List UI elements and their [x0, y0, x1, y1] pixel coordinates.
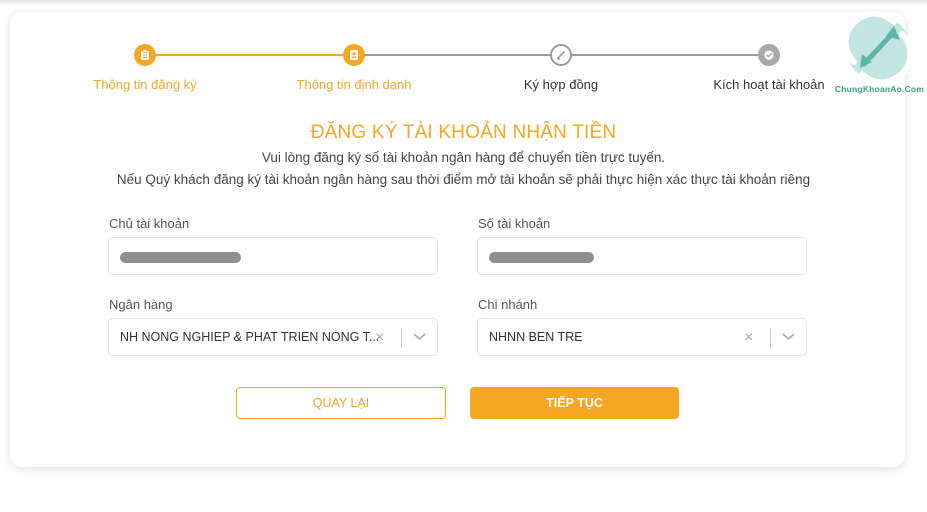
step-3-label: Ký hợp đồng — [523, 77, 599, 92]
step-4-dot — [758, 44, 780, 66]
step-2-dot — [343, 44, 365, 66]
bank-selected-value: NH NONG NGHIEP & PHAT TRIEN NONG T... — [120, 330, 380, 344]
stepper-line-3 — [561, 54, 769, 56]
account-holder-field[interactable] — [108, 237, 438, 275]
stepper-line-2 — [354, 54, 561, 56]
branch-select[interactable]: NHNN BEN TRE × — [477, 318, 807, 356]
instruction-text-1: Vui lòng đăng ký số tài khoản ngân hàng … — [261, 150, 666, 165]
account-number-field[interactable] — [477, 237, 807, 275]
step-1-dot — [134, 44, 156, 66]
instruction-text-2: Nếu Quý khách đăng ký tài khoản ngân hàn… — [116, 172, 811, 187]
branch-label: Chi nhánh — [478, 297, 538, 312]
step-1-label: Thông tin đăng ký — [93, 77, 197, 92]
check-badge-icon — [764, 50, 774, 60]
bank-select[interactable]: NH NONG NGHIEP & PHAT TRIEN NONG T... × — [108, 318, 438, 356]
stepper-line-1 — [145, 54, 354, 56]
redacted-account-holder — [120, 252, 241, 263]
redacted-account-number — [489, 252, 594, 263]
account-number-label: Số tài khoản — [478, 216, 551, 231]
branch-selected-value: NHNN BEN TRE — [489, 330, 583, 344]
watermark-text: ChungKhoanAo.Com — [834, 84, 925, 94]
id-card-icon — [350, 50, 358, 60]
clipboard-icon — [141, 49, 149, 60]
account-holder-label: Chủ tài khoản — [109, 216, 190, 231]
bank-label: Ngân hàng — [109, 297, 173, 312]
back-button[interactable]: QUAY LẠI — [236, 387, 446, 419]
pen-icon — [556, 51, 565, 60]
branch-chevron-down-icon[interactable] — [782, 332, 795, 342]
step-4-label: Kích hoạt tài khoản — [713, 77, 825, 92]
branch-divider — [770, 328, 771, 348]
continue-button[interactable]: TIẾP TỤC — [470, 387, 679, 419]
step-3-dot — [550, 44, 572, 66]
step-2-label: Thông tin định danh — [296, 77, 412, 92]
bank-clear-icon[interactable]: × — [375, 329, 384, 347]
branch-clear-icon[interactable]: × — [744, 329, 753, 347]
top-shadow-strip — [0, 0, 927, 6]
bank-chevron-down-icon[interactable] — [413, 332, 426, 342]
page-title: ĐĂNG KÝ TÀI KHOẢN NHẬN TIỀN — [310, 122, 617, 143]
bank-divider — [401, 328, 402, 348]
